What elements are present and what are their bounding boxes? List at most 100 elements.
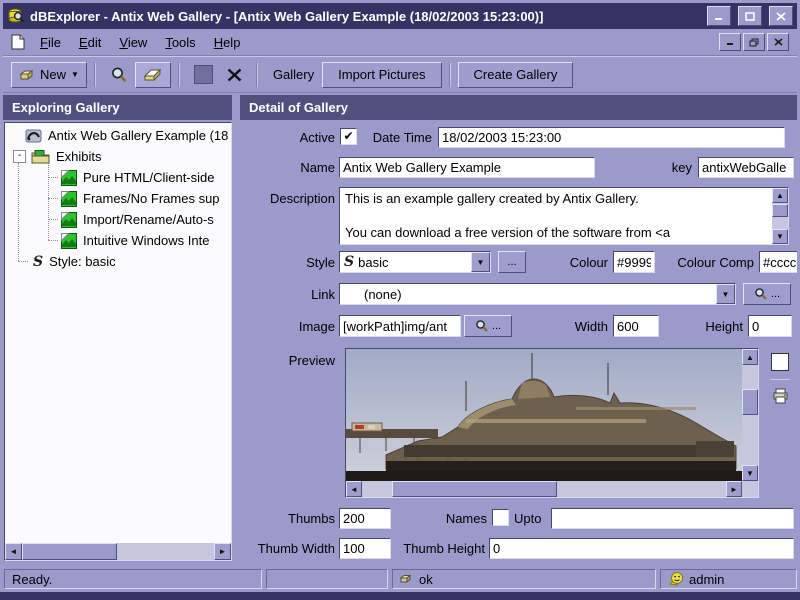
minimize-button[interactable]	[707, 6, 731, 26]
app-icon	[7, 8, 25, 24]
check-icon: ✔	[343, 129, 353, 143]
mdi-close-button[interactable]	[767, 33, 789, 51]
scroll-down-icon[interactable]: ▼	[742, 465, 758, 481]
tree-item-style[interactable]: S Style: basic	[33, 251, 116, 272]
menu-edit[interactable]: Edit	[70, 33, 110, 52]
style-browse-button[interactable]: ...	[498, 251, 526, 273]
folder-images-icon	[31, 149, 50, 164]
mdi-minimize-icon	[726, 38, 735, 46]
eraser-button[interactable]	[135, 62, 171, 88]
style-value: basic	[354, 255, 388, 270]
collapse-icon[interactable]: -	[13, 150, 26, 163]
left-panel-header: Exploring Gallery	[3, 95, 232, 120]
tree-item-exhibit[interactable]: Pure HTML/Client-side	[61, 167, 215, 188]
tree-content: Antix Web Gallery Example (18 - Exhibits	[5, 123, 231, 526]
width-label: Width	[558, 319, 608, 334]
close-icon	[776, 12, 786, 21]
description-label: Description	[240, 191, 335, 206]
close-button[interactable]	[769, 6, 793, 26]
tree-horizontal-scrollbar[interactable]: ◄ ►	[5, 543, 231, 560]
maximize-button[interactable]	[738, 6, 762, 26]
description-scroll-thumb[interactable]	[772, 204, 788, 217]
datetime-field[interactable]	[438, 127, 785, 148]
image-field[interactable]	[339, 315, 461, 337]
tree-scroll-thumb[interactable]	[22, 543, 117, 560]
import-pictures-button[interactable]: Import Pictures	[322, 62, 441, 88]
colour-comp-field[interactable]	[759, 251, 797, 273]
preview-hscroll-track[interactable]	[557, 481, 726, 497]
style-combobox[interactable]: S basic ▼	[339, 251, 491, 273]
preview-vertical-scrollbar[interactable]: ▲ ▼	[742, 349, 758, 481]
scroll-down-icon[interactable]: ▼	[772, 229, 788, 244]
names-checkbox[interactable]	[492, 509, 509, 526]
tree-scroll-track[interactable]	[117, 543, 214, 560]
status-user-text: admin	[689, 572, 724, 587]
smiley-user-icon	[668, 571, 684, 587]
gallery-tab-label[interactable]: Gallery	[265, 67, 322, 82]
toolbar-separator	[94, 63, 96, 87]
scroll-up-icon[interactable]: ▲	[742, 349, 758, 365]
upto-label: Upto	[514, 511, 548, 526]
status-ok-icon	[400, 574, 414, 584]
tree-item-exhibit[interactable]: Frames/No Frames sup	[61, 188, 220, 209]
swatch-icon	[194, 65, 213, 84]
new-button[interactable]: New ▼	[11, 62, 87, 88]
active-checkbox[interactable]: ✔	[340, 128, 357, 145]
key-field[interactable]	[698, 157, 794, 178]
scroll-left-icon[interactable]: ◄	[5, 543, 22, 560]
colour-field[interactable]	[613, 251, 655, 273]
background-colour-button[interactable]	[771, 353, 789, 371]
preview-hscroll-track[interactable]	[362, 481, 392, 497]
search-icon	[475, 319, 489, 333]
chevron-down-icon[interactable]: ▼	[471, 252, 490, 272]
new-button-label: New	[40, 67, 66, 82]
print-button[interactable]	[772, 388, 789, 404]
divider	[770, 379, 790, 380]
thumb-width-field[interactable]	[339, 538, 391, 559]
thumbs-field[interactable]	[339, 508, 391, 529]
scroll-left-icon[interactable]: ◄	[346, 481, 362, 497]
swatch-button[interactable]	[187, 62, 220, 88]
upto-field[interactable]	[551, 508, 794, 529]
name-field[interactable]	[339, 157, 595, 178]
status-ok-text: ok	[419, 572, 433, 587]
preview-vscroll-thumb[interactable]	[742, 389, 758, 415]
link-combobox[interactable]: (none) ▼	[339, 283, 736, 305]
tree-connector	[48, 240, 58, 241]
delete-button[interactable]	[220, 62, 249, 88]
application-window: dBExplorer - Antix Web Gallery - [Antix …	[0, 0, 800, 600]
search-button[interactable]	[103, 62, 135, 88]
scroll-up-icon[interactable]: ▲	[772, 188, 788, 203]
tree-item-label: Frames/No Frames sup	[83, 191, 220, 206]
tree-item-exhibits[interactable]: - Exhibits	[13, 146, 102, 167]
menu-help[interactable]: Help	[205, 33, 250, 52]
menu-file[interactable]: File	[31, 33, 70, 52]
mdi-minimize-button[interactable]	[719, 33, 741, 51]
description-scrollbar[interactable]: ▲ ▼	[772, 188, 788, 244]
preview-hscroll-thumb[interactable]	[392, 481, 557, 497]
width-field[interactable]	[613, 315, 659, 337]
link-search-button[interactable]: ...	[743, 283, 791, 305]
tree-item-gallery-root[interactable]: Antix Web Gallery Example (18	[25, 125, 228, 146]
thumb-height-field[interactable]	[489, 538, 794, 559]
menu-tools[interactable]: Tools	[156, 33, 204, 52]
search-icon	[110, 66, 128, 84]
height-field[interactable]	[748, 315, 792, 337]
style-icon: S	[33, 255, 43, 269]
scroll-right-icon[interactable]: ►	[214, 543, 231, 560]
gallery-icon	[25, 128, 42, 144]
tree-item-exhibit[interactable]: Import/Rename/Auto-s	[61, 209, 214, 230]
thumb-width-label: Thumb Width	[240, 541, 335, 556]
scroll-right-icon[interactable]: ►	[726, 481, 742, 497]
menu-view[interactable]: View	[110, 33, 156, 52]
tree-item-exhibit[interactable]: Intuitive Windows Inte	[61, 230, 209, 251]
create-gallery-button[interactable]: Create Gallery	[458, 62, 574, 88]
description-field[interactable]: This is an example gallery created by An…	[339, 187, 789, 245]
mdi-restore-button[interactable]	[743, 33, 765, 51]
image-search-button[interactable]: ...	[464, 315, 512, 337]
chevron-down-icon[interactable]: ▼	[716, 284, 735, 304]
preview-horizontal-scrollbar[interactable]: ◄ ►	[346, 481, 742, 497]
status-bar: Ready. ok admin	[0, 567, 800, 591]
tree-item-label: Import/Rename/Auto-s	[83, 212, 214, 227]
window-bottom-edge	[0, 592, 800, 600]
